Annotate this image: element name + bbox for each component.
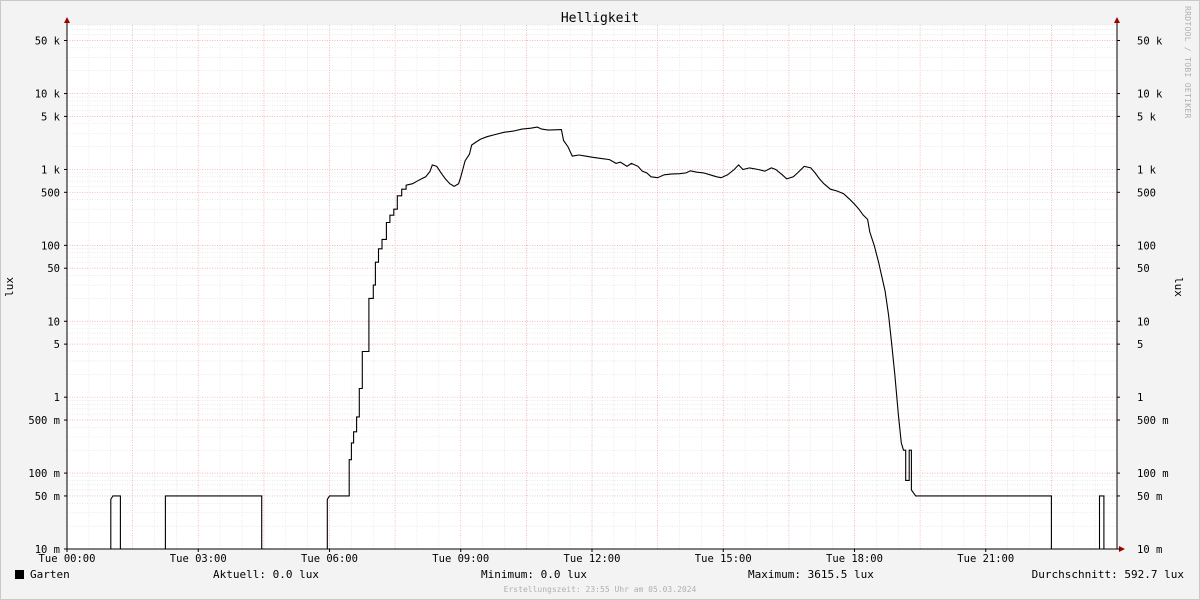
y-tick-label-left: 100 m: [28, 468, 60, 480]
x-tick-label: Tue 18:00: [826, 553, 883, 565]
y-axis-arrow-right: [1114, 17, 1120, 23]
y-tick-label-left: 50 m: [35, 491, 60, 503]
y-tick-label-right: 50: [1137, 263, 1150, 275]
y-tick-label-left: 50 k: [35, 35, 61, 47]
y-tick-label-right: 1 k: [1137, 164, 1157, 176]
y-tick-label-left: 10 k: [35, 89, 61, 101]
y-tick-label-left: 1 k: [41, 164, 61, 176]
x-tick-label: Tue 00:00: [39, 553, 96, 565]
y-tick-label-right: 1: [1137, 392, 1143, 404]
y-tick-label-right: 50 k: [1137, 35, 1163, 47]
y-tick-label-left: 5: [54, 339, 60, 351]
y-tick-label-left: 500: [41, 187, 60, 199]
y-tick-label-right: 10: [1137, 316, 1150, 328]
y-tick-label-left: 1: [54, 392, 60, 404]
y-tick-label-right: 5 k: [1137, 111, 1157, 123]
x-tick-label: Tue 09:00: [432, 553, 489, 565]
y-tick-label-right: 10 m: [1137, 544, 1162, 556]
y-tick-label-left: 5 k: [41, 111, 61, 123]
stat-current: Aktuell: 0.0 lux: [213, 568, 319, 581]
y-tick-label-right: 10 k: [1137, 89, 1163, 101]
stat-minimum: Minimum: 0.0 lux: [481, 568, 587, 581]
y-tick-label-right: 500: [1137, 187, 1156, 199]
stat-maximum: Maximum: 3615.5 lux: [748, 568, 874, 581]
y-tick-label-right: 50 m: [1137, 491, 1162, 503]
x-tick-label: Tue 21:00: [957, 553, 1014, 565]
y-axis-arrow-left: [64, 17, 70, 23]
plot-area: 10 m 10 m50 m 50 m100 m 100 m500 m 500 m1 15 5…: [28, 17, 1169, 565]
y-tick-label-right: 500 m: [1137, 415, 1169, 427]
x-tick-label: Tue 12:00: [564, 553, 621, 565]
x-tick-label: Tue 15:00: [695, 553, 752, 565]
legend-swatch: [15, 570, 24, 579]
y-tick-label-right: 100 m: [1137, 468, 1169, 480]
y-tick-label-left: 500 m: [28, 415, 60, 427]
y-tick-label-left: 10: [47, 316, 60, 328]
y-tick-label-left: 100: [41, 240, 60, 252]
x-tick-label: Tue 03:00: [170, 553, 227, 565]
creation-time-footer: Erstellungszeit: 23:55 Uhr am 05.03.2024: [503, 585, 697, 594]
y-tick-label-left: 50: [47, 263, 60, 275]
y-tick-label-right: 5: [1137, 339, 1143, 351]
x-tick-label: Tue 06:00: [301, 553, 358, 565]
legend-series-name: Garten: [30, 568, 70, 581]
y-tick-label-right: 100: [1137, 240, 1156, 252]
stat-average: Durchschnitt: 592.7 lux: [1031, 568, 1184, 581]
